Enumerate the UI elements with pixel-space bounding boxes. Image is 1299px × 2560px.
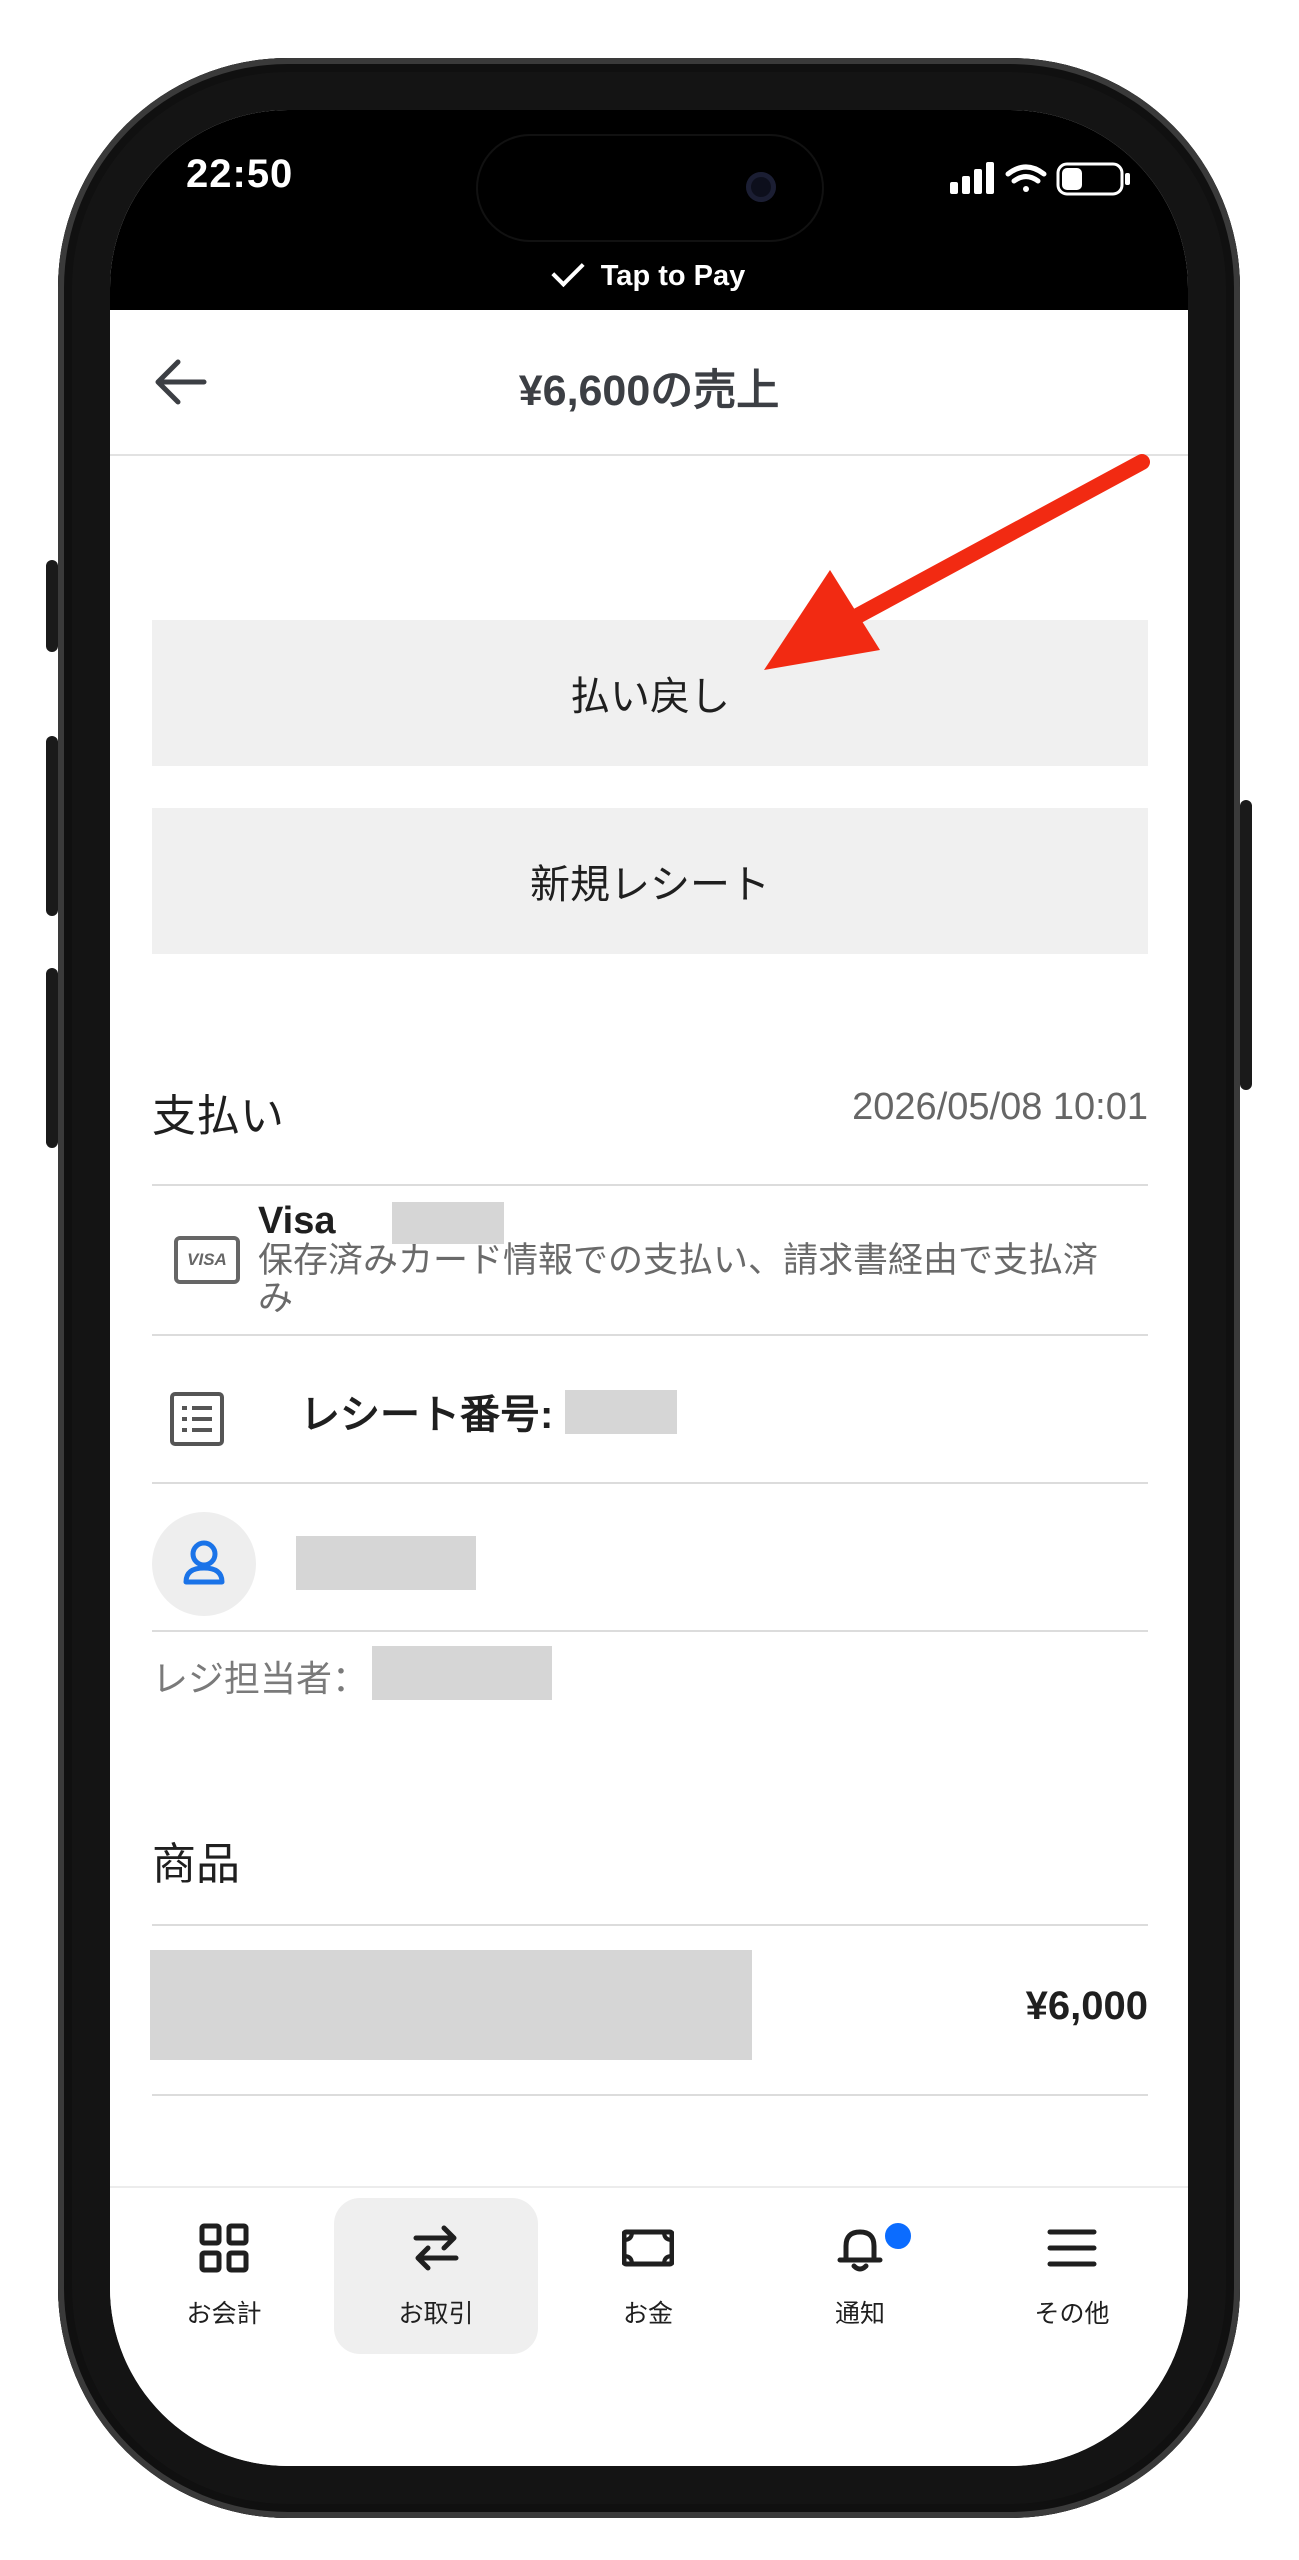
payment-date: 2026/05/08 10:01 [852,1086,1148,1128]
receipt-number-label: レシート番号: [300,1393,554,1437]
battery-icon [1056,162,1130,196]
tab-label: その他 [1034,2300,1110,2328]
new-receipt-button[interactable]: 新規レシート [152,808,1148,954]
tab-more[interactable]: その他 [970,2198,1174,2354]
banknote-icon [622,2229,674,2267]
status-time: 22:50 [186,152,294,196]
customer-avatar[interactable] [152,1512,256,1616]
tab-notifications[interactable]: 通知 [758,2198,962,2354]
notification-badge [882,2220,914,2252]
tab-label: 通知 [834,2300,885,2328]
divider [152,1184,1148,1186]
wifi-icon [1005,164,1047,192]
redacted-receipt-number [565,1390,677,1434]
divider [152,1630,1148,1632]
volume-up-button [46,736,58,916]
volume-down-button [46,968,58,1148]
status-bar: 22:50 Tap to Pay [110,110,1188,310]
items-heading: 商品 [152,1840,240,1889]
tab-checkout[interactable]: お会計 [122,2198,326,2354]
page-title: ¥6,600の売上 [518,367,780,415]
power-button [1240,800,1252,1090]
page-header: ¥6,600の売上 [110,310,1188,456]
tab-money[interactable]: お金 [546,2198,750,2354]
redacted-item-name [150,1950,752,2060]
divider [152,2094,1148,2096]
tap-to-pay-label: Tap to Pay [600,260,746,292]
tab-label: お取引 [398,2300,474,2328]
swap-arrows-icon [413,2225,459,2271]
phone-screen: 22:50 Tap to Pay ¥6,600の売上 払い戻し 新規レシート 支… [110,110,1188,2466]
dynamic-island [478,136,822,240]
tab-transactions[interactable]: お取引 [334,2198,538,2354]
action-button [46,560,58,652]
card-brand-label: Visa [258,1200,336,1242]
receipt-list-icon [170,1392,224,1446]
tab-label: お金 [622,2300,673,2328]
menu-icon [1047,2229,1097,2267]
cashier-label: レジ担当者： [152,1658,369,1699]
redacted-card-number [392,1202,504,1244]
signal-icon [950,162,994,194]
divider [152,1924,1148,1926]
annotation-arrow-icon [764,454,1150,670]
grid-icon [199,2223,249,2273]
payment-heading: 支払い [152,1092,284,1141]
item-price: ¥6,000 [1025,1984,1148,2028]
status-icons [950,160,1140,205]
card-brand: Visa [258,1200,335,1243]
tap-to-pay-indicator: Tap to Pay [110,253,1188,293]
divider [152,1482,1148,1484]
redacted-customer-name [296,1536,476,1590]
user-icon [183,1540,225,1585]
camera-icon [746,172,776,202]
bell-icon [837,2229,883,2272]
divider [152,1334,1148,1336]
redacted-cashier-name [372,1646,552,1700]
visa-card-icon: VISA [174,1236,240,1284]
card-description: 保存済みカード情報での支払い、請求書経由で支払済み [258,1241,1099,1318]
tab-label: お会計 [186,2300,262,2328]
bottom-tab-bar: お会計 お取引 お金 通知 その他 [110,2186,1188,2466]
check-icon [551,253,585,288]
